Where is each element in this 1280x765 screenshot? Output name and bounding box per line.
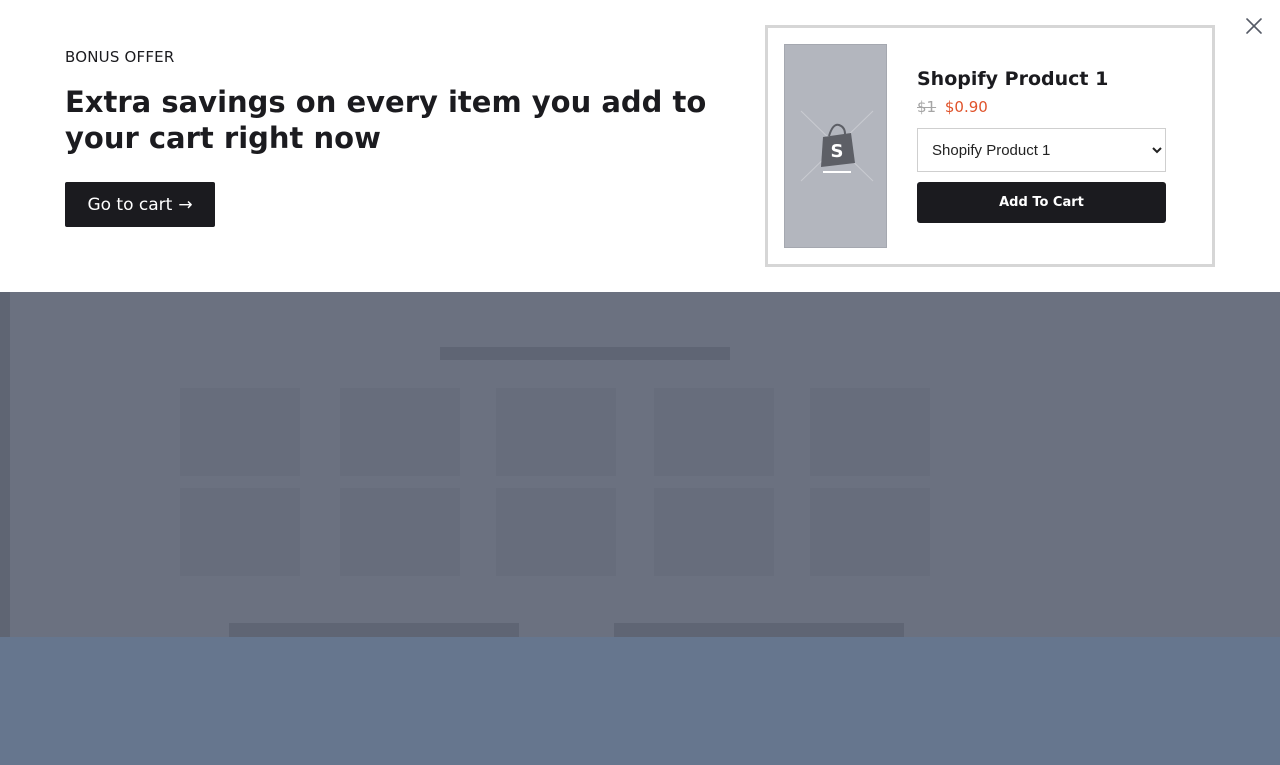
variant-select[interactable]: Shopify Product 1: [917, 128, 1166, 172]
background-tile: [654, 388, 774, 476]
background-button-bar: [614, 623, 904, 637]
background-tile: [496, 388, 616, 476]
background-tile: [810, 488, 930, 576]
add-to-cart-button[interactable]: Add To Cart: [917, 182, 1166, 223]
placeholder-image: S: [800, 110, 874, 182]
price-original: $1: [917, 98, 937, 116]
close-icon: [1246, 18, 1262, 34]
background-sidebar-strip: [0, 292, 10, 637]
offer-headline: Extra savings on every item you add to y…: [65, 85, 707, 155]
product-image[interactable]: S: [784, 44, 887, 248]
background-footer: [0, 637, 1280, 765]
background-tile: [654, 488, 774, 576]
close-button[interactable]: [1242, 14, 1266, 38]
go-to-cart-button[interactable]: Go to cart →: [65, 182, 215, 227]
svg-text:S: S: [831, 141, 844, 162]
arrow-right-icon: →: [178, 194, 193, 215]
background-tile: [340, 488, 460, 576]
product-price: $1 $0.90: [917, 98, 988, 116]
product-card: S Shopify Product 1 $1 $0.90 Shopify Pro…: [765, 25, 1215, 267]
background-tile: [180, 488, 300, 576]
bonus-offer-banner: BONUS OFFER Extra savings on every item …: [0, 0, 1280, 292]
background-tile: [496, 488, 616, 576]
background-tile: [340, 388, 460, 476]
background-tile: [810, 388, 930, 476]
product-title: Shopify Product 1: [917, 68, 1109, 90]
background-heading-bar: [440, 347, 730, 360]
background-tile: [180, 388, 300, 476]
price-sale: $0.90: [944, 98, 988, 116]
shopify-bag-icon: S: [821, 123, 855, 173]
offer-eyebrow: BONUS OFFER: [65, 48, 175, 66]
go-to-cart-label: Go to cart: [87, 194, 173, 215]
background-button-bar: [229, 623, 519, 637]
